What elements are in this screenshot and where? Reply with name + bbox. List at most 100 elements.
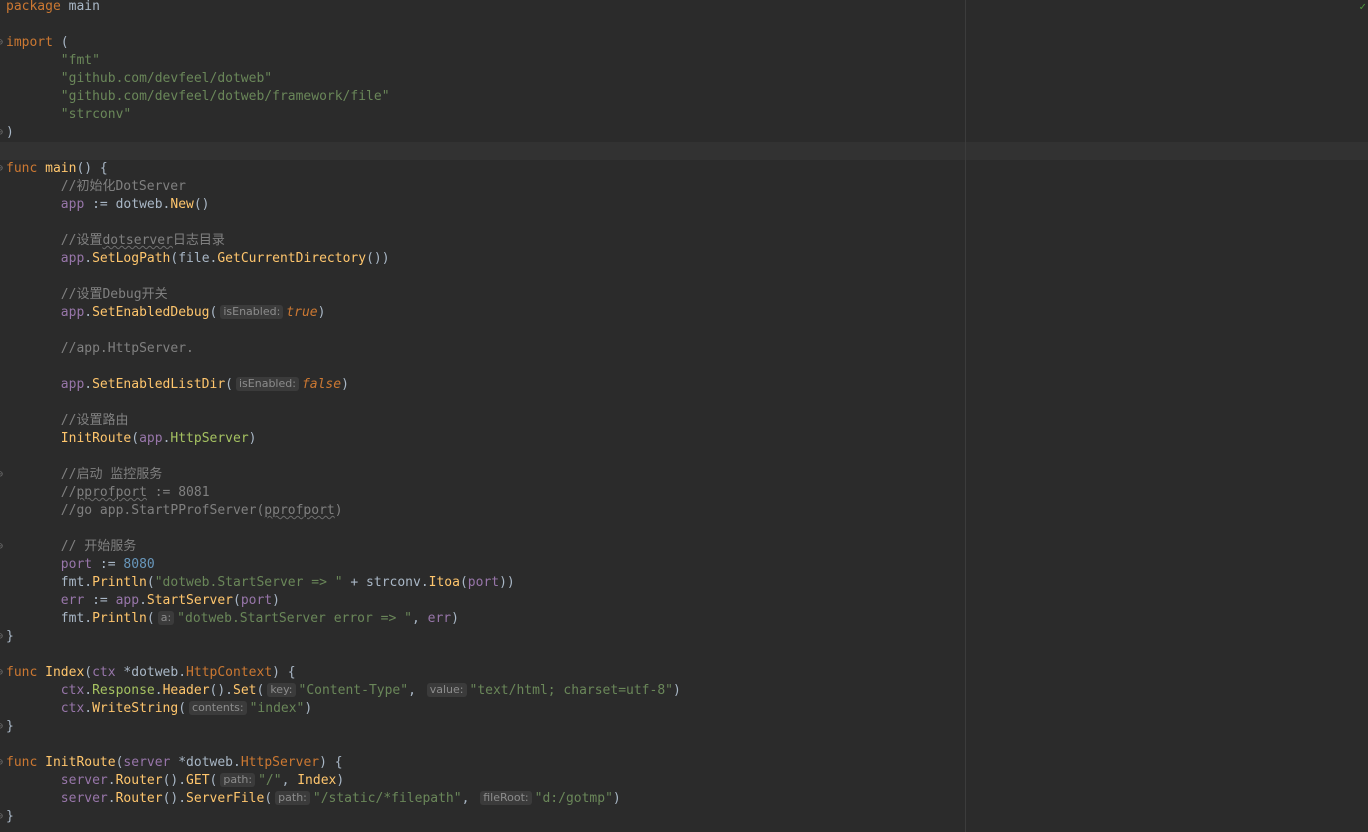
code-text: InitRoute(app.HttpServer) [6, 430, 257, 448]
code-token: err [427, 611, 452, 626]
code-line[interactable]: "fmt" [0, 52, 1368, 70]
code-line[interactable]: "github.com/devfeel/dotweb" [0, 70, 1368, 88]
parameter-hint: value: [426, 683, 467, 697]
code-line[interactable]: ctx.WriteString(contents: "index") [0, 700, 1368, 718]
code-line[interactable]: server.Router().ServerFile(path: "/static… [0, 790, 1368, 808]
code-line[interactable]: ⊖ //启动 监控服务 [0, 466, 1368, 484]
code-token: *dotweb. [170, 755, 241, 770]
code-token: ( [178, 701, 187, 716]
code-line[interactable] [0, 448, 1368, 466]
code-line[interactable]: ctx.Response.Header().Set(key: "Content-T… [0, 682, 1368, 700]
fold-marker-icon[interactable]: ⊖ [0, 466, 3, 484]
code-token: Println [92, 575, 147, 590]
code-token: 8080 [123, 557, 155, 572]
code-line[interactable] [0, 394, 1368, 412]
code-line[interactable] [0, 646, 1368, 664]
code-line[interactable]: //初始化DotServer [0, 178, 1368, 196]
code-line[interactable]: ⊖ import ( [0, 34, 1368, 52]
code-line[interactable]: //pprofport := 8081 [0, 484, 1368, 502]
code-token: "text/html; charset=utf-8" [469, 683, 674, 698]
code-line[interactable]: //设置Debug开关 [0, 286, 1368, 304]
fold-marker-icon[interactable]: ⊖ [0, 160, 3, 178]
code-line[interactable]: ⊖} [0, 628, 1368, 646]
code-line[interactable]: ⊖ func InitRoute(server *dotweb.HttpServe… [0, 754, 1368, 772]
code-line[interactable]: app.SetEnabledDebug(isEnabled: true) [0, 304, 1368, 322]
code-line[interactable]: err := app.StartServer(port) [0, 592, 1368, 610]
code-token: ( [131, 431, 140, 446]
code-line[interactable] [0, 358, 1368, 376]
code-token: 日志目录 [172, 233, 225, 248]
code-line[interactable]: ⊖) [0, 124, 1368, 142]
code-token: StartServer [146, 593, 233, 608]
code-line[interactable] [0, 520, 1368, 538]
code-line[interactable]: app.SetEnabledListDir(isEnabled: false) [0, 376, 1368, 394]
code-line[interactable]: "strconv" [0, 106, 1368, 124]
code-token: WriteString [92, 701, 179, 716]
code-line[interactable] [0, 268, 1368, 286]
code-line[interactable]: fmt.Println("dotweb.StartServer => " + s… [0, 574, 1368, 592]
code-line[interactable]: package main [0, 0, 1368, 16]
code-line[interactable]: ⊖ func main() { [0, 160, 1368, 178]
code-line[interactable]: app := dotweb.New() [0, 196, 1368, 214]
code-line[interactable]: //设置路由 [0, 412, 1368, 430]
code-text: ctx.WriteString(contents: "index") [6, 700, 312, 718]
code-line[interactable]: //app.HttpServer. [0, 340, 1368, 358]
code-line[interactable]: app.SetLogPath(file.GetCurrentDirectory(… [0, 250, 1368, 268]
code-text: err := app.StartServer(port) [6, 592, 280, 610]
fold-marker-icon[interactable]: ⊖ [0, 808, 3, 826]
parameter-hint: isEnabled: [236, 377, 299, 391]
code-token: main [60, 0, 100, 14]
code-token: := [92, 557, 124, 572]
code-token: true [286, 305, 318, 320]
code-line[interactable] [0, 142, 1368, 160]
fold-marker-icon[interactable]: ⊖ [0, 718, 3, 736]
code-token: ) [304, 701, 313, 716]
code-line[interactable]: ⊖ // 开始服务 [0, 538, 1368, 556]
fold-marker-icon[interactable]: ⊖ [0, 34, 3, 52]
code-line[interactable] [0, 214, 1368, 232]
code-line[interactable]: InitRoute(app.HttpServer) [0, 430, 1368, 448]
code-token: HttpServer [240, 755, 320, 770]
code-token: , [281, 773, 298, 788]
code-token: (). [162, 791, 187, 806]
code-line[interactable]: server.Router().GET(path: "/", Index) [0, 772, 1368, 790]
code-line[interactable] [0, 16, 1368, 34]
code-token: Router [115, 791, 163, 806]
code-text: package main [6, 0, 100, 16]
fold-marker-icon[interactable]: ⊖ [0, 628, 3, 646]
code-token: ( [146, 575, 155, 590]
fold-marker-icon[interactable]: ⊖ [0, 664, 3, 682]
code-token: ) [334, 503, 343, 518]
code-text: func InitRoute(server *dotweb.HttpServer… [6, 754, 343, 772]
code-line[interactable] [0, 736, 1368, 754]
code-token: . [84, 701, 93, 716]
code-line[interactable] [0, 322, 1368, 340]
code-line[interactable]: ⊖ func Index(ctx *dotweb.HttpContext) { [0, 664, 1368, 682]
code-line[interactable]: port := 8080 [0, 556, 1368, 574]
code-text: //app.HttpServer. [6, 340, 194, 358]
code-line[interactable]: ⊖} [0, 808, 1368, 826]
code-token: , [461, 791, 478, 806]
code-text: "github.com/devfeel/dotweb/framework/fil… [6, 88, 390, 106]
code-text: // 开始服务 [6, 538, 136, 556]
code-text: "github.com/devfeel/dotweb" [6, 70, 272, 88]
code-line[interactable]: "github.com/devfeel/dotweb/framework/fil… [0, 88, 1368, 106]
code-line[interactable]: //设置dotserver日志目录 [0, 232, 1368, 250]
fold-marker-icon[interactable]: ⊖ [0, 124, 3, 142]
code-text: } [6, 628, 14, 646]
code-token: ) [673, 683, 681, 698]
fold-marker-icon[interactable]: ⊖ [0, 754, 3, 772]
code-token: ( [209, 305, 218, 320]
code-line[interactable]: //go app.StartPProfServer(pprofport) [0, 502, 1368, 520]
code-line[interactable]: ⊖} [0, 718, 1368, 736]
code-token: server [60, 773, 108, 788]
code-lines: package main ⊖ import ( "fmt" "github.com/… [0, 0, 1368, 826]
code-line[interactable]: fmt.Println(a: "dotweb.StartServer error … [0, 610, 1368, 628]
code-token: . [84, 377, 93, 392]
code-token: "dotweb.StartServer => " [154, 575, 343, 590]
code-editor[interactable]: ✓ package main ⊖ import ( "fmt" "github.co… [0, 0, 1368, 832]
code-text: app.SetEnabledListDir(isEnabled: false) [6, 376, 349, 394]
fold-marker-icon[interactable]: ⊖ [0, 538, 3, 556]
